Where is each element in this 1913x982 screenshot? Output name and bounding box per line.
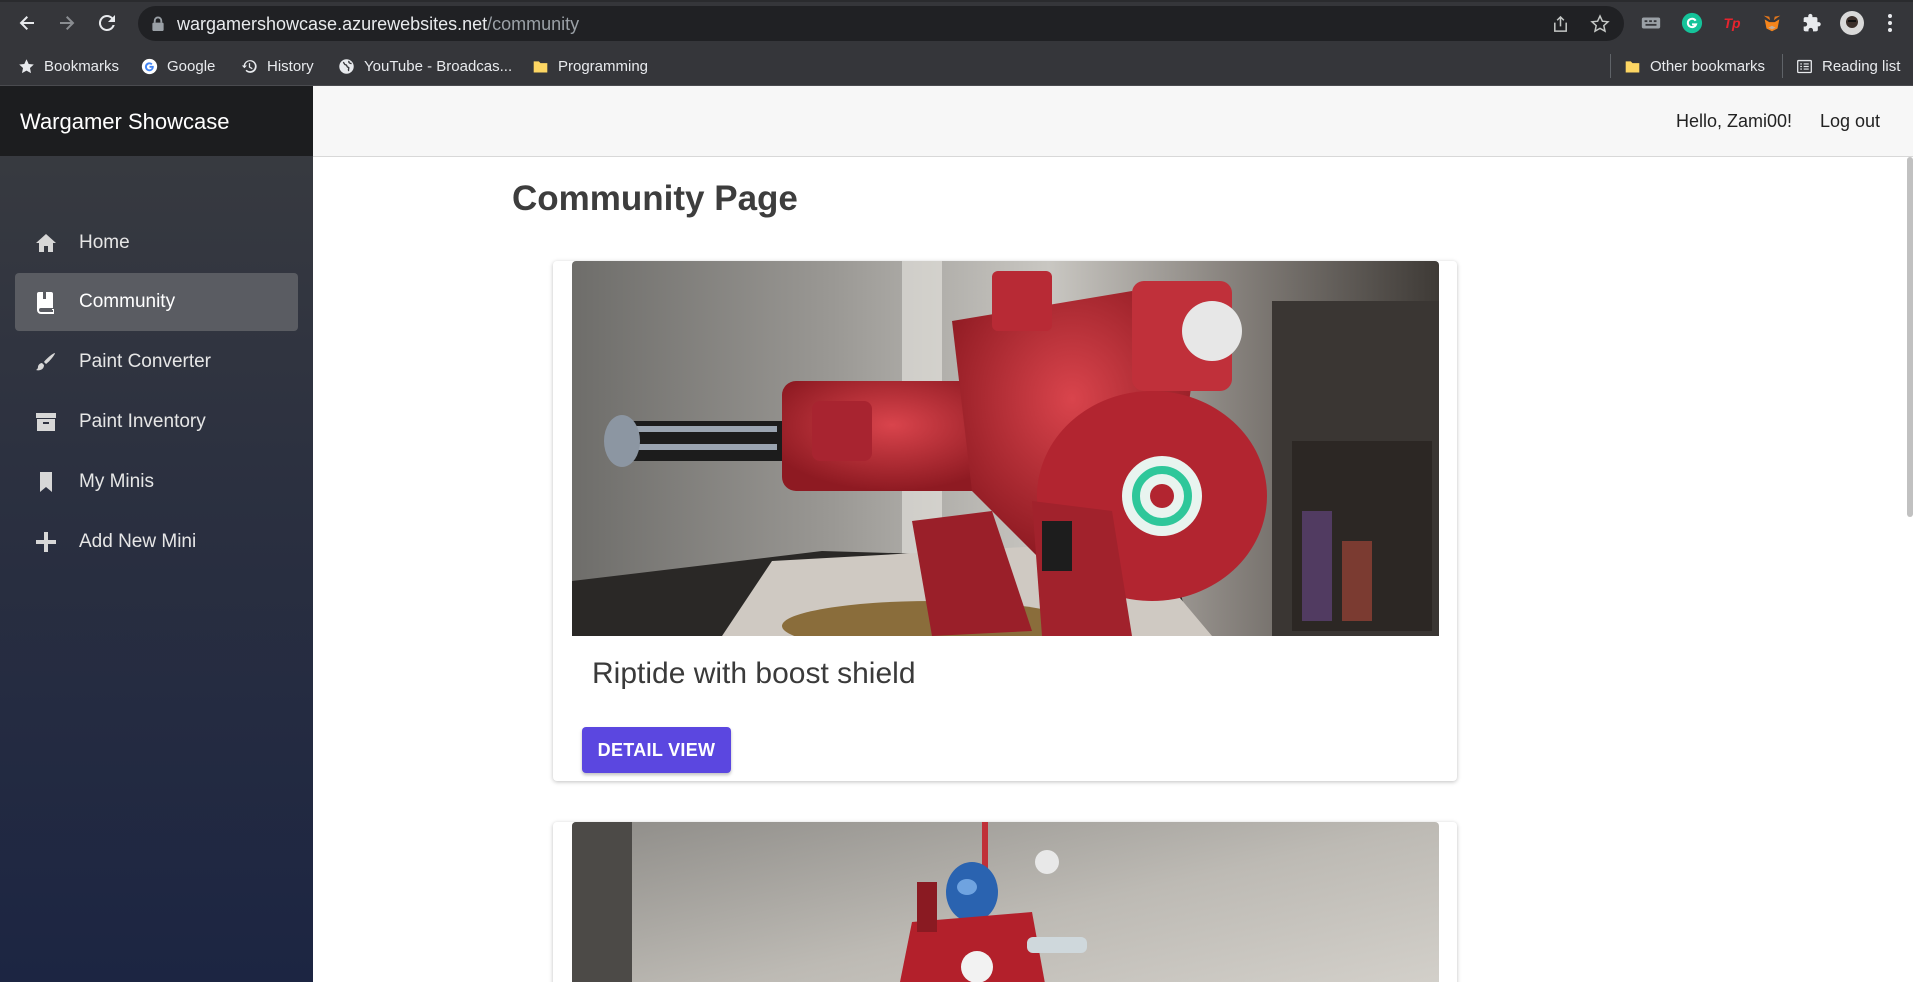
bookmarks-bar: Bookmarks Google History YouTube - Broad… xyxy=(0,46,1913,86)
reading-list-label: Reading list xyxy=(1822,57,1901,75)
bookmark-bookmarks[interactable]: Bookmarks xyxy=(18,55,119,77)
tp-extension-icon[interactable]: Tp xyxy=(1720,11,1744,35)
bookmark-label: Google xyxy=(167,57,216,75)
bookmark-programming[interactable]: Programming xyxy=(532,55,648,77)
scrollbar-thumb[interactable] xyxy=(1907,157,1913,517)
bookmarks-divider xyxy=(1782,54,1783,78)
sidebar-item-label: My Minis xyxy=(79,471,154,492)
sidebar-item-label: Community xyxy=(79,291,176,312)
card-title: Riptide with boost shield xyxy=(592,657,916,690)
mini-photo[interactable] xyxy=(572,261,1439,636)
forward-button[interactable] xyxy=(53,9,81,37)
bookmark-star-icon[interactable] xyxy=(1590,14,1610,34)
reload-button[interactable] xyxy=(93,9,121,37)
other-bookmarks[interactable]: Other bookmarks xyxy=(1624,55,1765,77)
logout-link[interactable]: Log out xyxy=(1820,111,1880,132)
sidebar: Wargamer Showcase Home Community Paint C… xyxy=(0,86,313,982)
keyboard-extension-icon[interactable] xyxy=(1639,11,1663,35)
brush-icon xyxy=(33,349,59,375)
mini-card xyxy=(553,822,1457,982)
bookmark-history[interactable]: History xyxy=(241,55,314,77)
folder-icon xyxy=(1625,60,1640,72)
bookmark-icon xyxy=(33,469,59,495)
sidebar-item-add-new-mini[interactable]: Add New Mini xyxy=(15,513,298,571)
brand-title[interactable]: Wargamer Showcase xyxy=(20,109,229,135)
mini-photo[interactable] xyxy=(572,822,1439,982)
other-bookmarks-label: Other bookmarks xyxy=(1650,57,1766,75)
url-path: /community xyxy=(487,14,580,34)
puzzle-icon[interactable] xyxy=(1800,11,1824,35)
sidebar-item-paint-inventory[interactable]: Paint Inventory xyxy=(15,393,298,451)
bookmarks-divider xyxy=(1610,54,1611,78)
reading-list[interactable]: Reading list xyxy=(1796,55,1900,77)
address-bar[interactable]: wargamershowcase.azurewebsites.net/commu… xyxy=(138,6,1624,41)
sidebar-item-my-minis[interactable]: My Minis xyxy=(15,453,298,511)
archive-icon xyxy=(33,409,59,435)
app-root: Wargamer Showcase Home Community Paint C… xyxy=(0,86,1913,982)
brand-bar: Wargamer Showcase xyxy=(0,86,313,156)
top-bar: Hello, Zami00! Log out xyxy=(313,86,1913,157)
sidebar-item-paint-converter[interactable]: Paint Converter xyxy=(15,333,298,391)
sidebar-item-label: Add New Mini xyxy=(79,531,197,552)
reload-icon xyxy=(98,14,115,31)
user-greeting[interactable]: Hello, Zami00! xyxy=(1676,111,1792,132)
folder-icon xyxy=(533,60,548,72)
sidebar-item-label: Paint Converter xyxy=(79,351,212,372)
bookmark-label: Bookmarks xyxy=(44,57,120,75)
book-icon xyxy=(33,289,59,315)
detail-view-button[interactable]: DETAIL VIEW xyxy=(582,727,731,773)
plus-icon xyxy=(33,529,59,555)
forward-arrow-icon xyxy=(60,16,75,30)
lock-icon xyxy=(152,16,164,31)
profile-avatar[interactable] xyxy=(1840,11,1864,35)
page-title: Community Page xyxy=(512,179,798,218)
google-icon xyxy=(141,58,158,74)
sidebar-item-label: Paint Inventory xyxy=(79,411,206,432)
bookmark-label: History xyxy=(267,57,314,75)
bookmark-label: YouTube - Broadcas... xyxy=(364,57,513,75)
sidebar-item-community[interactable]: Community xyxy=(15,273,298,331)
sidebar-item-home[interactable]: Home xyxy=(15,214,298,272)
home-icon xyxy=(33,230,59,256)
history-icon xyxy=(241,59,257,73)
mini-card: Riptide with boost shield DETAIL VIEW xyxy=(553,261,1457,781)
metamask-icon[interactable] xyxy=(1760,11,1784,35)
bookmark-google[interactable]: Google xyxy=(141,55,215,77)
browser-toolbar: wargamershowcase.azurewebsites.net/commu… xyxy=(0,0,1913,46)
back-arrow-icon xyxy=(19,16,34,30)
browser-menu-icon[interactable] xyxy=(1878,11,1902,35)
sidebar-item-label: Home xyxy=(79,232,130,253)
url-text: wargamershowcase.azurewebsites.net/commu… xyxy=(177,14,579,35)
star-icon xyxy=(19,58,34,73)
bookmark-youtube[interactable]: YouTube - Broadcas... xyxy=(338,55,512,77)
grammarly-icon[interactable] xyxy=(1680,11,1704,35)
url-host: wargamershowcase.azurewebsites.net xyxy=(177,14,488,34)
bookmark-label: Programming xyxy=(558,57,649,75)
share-icon[interactable] xyxy=(1550,14,1570,34)
globe-icon xyxy=(339,58,354,74)
reading-list-icon xyxy=(1797,59,1812,73)
back-button[interactable] xyxy=(13,9,41,37)
